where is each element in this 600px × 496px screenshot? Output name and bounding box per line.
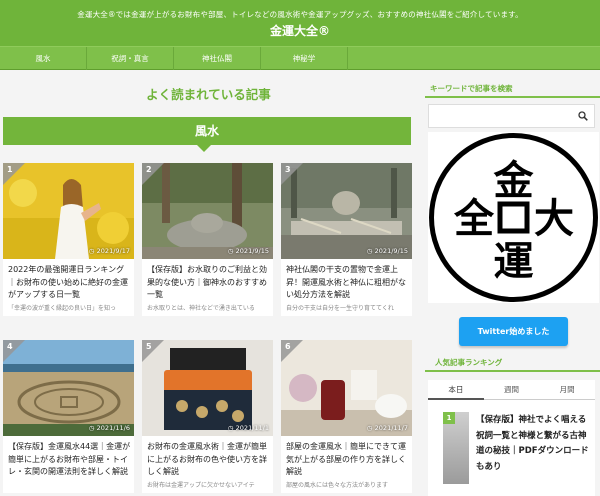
ranking-item[interactable]: 1 【保存版】神社でよく唱える祝詞一覧と神様と繋がる古神道の秘技｜PDFダウンロ… xyxy=(428,400,595,496)
article-date: ◷ 2021/11/6 xyxy=(88,424,130,432)
article-thumbnail[interactable]: 1 ◷ 2021/9/17 xyxy=(3,163,134,259)
main-nav: 風水 祝詞・真言 神社仏閣 神秘学 xyxy=(0,46,600,70)
logo-char-right: 大 xyxy=(534,196,574,242)
tab-monthly[interactable]: 月間 xyxy=(539,380,596,400)
search-input[interactable] xyxy=(428,104,595,128)
article-excerpt: お水取りとは、神社などで湧き出ている xyxy=(147,305,255,312)
rank-number: 4 xyxy=(7,342,13,351)
article-date-text: 2021/9/15 xyxy=(235,247,269,255)
nav-item-shrines[interactable]: 神社仏閣 xyxy=(174,47,261,70)
search-icon[interactable] xyxy=(578,111,588,121)
article-date-text: 2021/11/6 xyxy=(96,424,130,432)
ranking-badge: 1 xyxy=(443,412,455,424)
article-thumbnail[interactable]: 2 ◷ 2021/9/15 xyxy=(142,163,273,259)
nav-item-norito[interactable]: 祝詞・真言 xyxy=(87,47,174,70)
nav-item-fengshui[interactable]: 風水 xyxy=(0,47,87,70)
rank-number: 5 xyxy=(146,342,152,351)
rank-number: 3 xyxy=(285,165,291,174)
popular-heading: よく読まれている記事 xyxy=(146,87,271,102)
heading-divider xyxy=(425,370,600,372)
nav-item-mysticism[interactable]: 神秘学 xyxy=(261,47,348,70)
category-banner-arrow xyxy=(197,145,211,152)
article-title[interactable]: 部屋の金運風水｜簡単にできて運気が上がる部屋の作り方を詳しく解説 xyxy=(286,441,410,479)
article-title[interactable]: 【保存版】金運風水44選｜金運が簡単に上がるお財布や部屋・トイレ・玄関の開運法則… xyxy=(8,441,132,479)
article-excerpt: 部屋の風水には色々な方法があります xyxy=(286,482,389,489)
article-date-text: 2021/9/17 xyxy=(96,247,130,255)
article-thumbnail[interactable]: 6 ◷ 2021/11/7 xyxy=(281,340,412,436)
category-banner: 風水 xyxy=(3,117,411,145)
article-card-6[interactable]: 6 ◷ 2021/11/7 部屋の金運風水｜簡単にできて運気が上がる部屋の作り方… xyxy=(281,340,412,493)
article-excerpt: お財布は金運アップに欠かせないアイテ xyxy=(147,482,255,489)
article-thumbnail[interactable]: 4 ◷ 2021/11/6 xyxy=(3,340,134,436)
article-date-text: 2021/11/7 xyxy=(374,424,408,432)
tab-today[interactable]: 本日 xyxy=(428,380,484,400)
article-title[interactable]: 2022年の最強開運日ランキング｜お財布の使い始めに絶好の金運がアップする日一覧 xyxy=(8,264,132,302)
article-date: ◷ 2021/11/7 xyxy=(366,424,408,432)
category-banner-label: 風水 xyxy=(194,124,219,138)
article-card-5[interactable]: 5 ◷ 2021/11/1 お財布の金運風水術｜金運が簡単に上がるお財布の色や使… xyxy=(142,340,273,493)
ranking-heading: 人気記事ランキング xyxy=(435,358,503,367)
article-excerpt: 「幸運の波が重く縁起の良い日」を知っ xyxy=(8,305,117,312)
rank-number: 1 xyxy=(7,165,13,174)
logo-char-bottom: 運 xyxy=(494,239,534,285)
logo-seal: 金 全 大 運 xyxy=(429,133,598,302)
heading-divider xyxy=(425,96,600,98)
main-content: よく読まれている記事 風水 1 ◷ 2021/9/17 2022年の最強開運日ラ… xyxy=(0,70,417,496)
article-date: ◷ 2021/11/1 xyxy=(227,424,269,432)
sidebar: キーワードで記事を検索 金 全 大 運 Twitter始めました 人気記事ランキ… xyxy=(425,70,600,496)
article-card-3[interactable]: 3 ◷ 2021/9/15 神社仏閣の干支の置物で金運上昇！開運風水術と神仏に粗… xyxy=(281,163,412,316)
twitter-button[interactable]: Twitter始めました xyxy=(459,317,568,346)
ranking-tabs: 本日 週間 月間 xyxy=(428,380,596,400)
site-title[interactable]: 金運大全® xyxy=(0,22,600,39)
kinun-taizen-logo[interactable]: 金 全 大 運 xyxy=(428,132,599,303)
keyword-search-heading: キーワードで記事を検索 xyxy=(430,84,513,93)
article-date-text: 2021/11/1 xyxy=(235,424,269,432)
article-excerpt: 自分の干支は自分を一生守り育ててくれ xyxy=(286,305,394,312)
article-date: ◷ 2021/9/15 xyxy=(366,247,408,255)
article-date: ◷ 2021/9/17 xyxy=(88,247,130,255)
rank-number: 6 xyxy=(285,342,291,351)
article-date: ◷ 2021/9/15 xyxy=(227,247,269,255)
article-card-1[interactable]: 1 ◷ 2021/9/17 2022年の最強開運日ランキング｜お財布の使い始めに… xyxy=(3,163,134,316)
site-tagline: 金運大全®では金運が上がるお財布や部屋、トイレなどの風水術や金運アップグッズ、お… xyxy=(77,10,523,19)
article-title[interactable]: お財布の金運風水術｜金運が簡単に上がるお財布の色や使い方を詳しく解説 xyxy=(147,441,271,479)
site-header: 金運大全®では金運が上がるお財布や部屋、トイレなどの風水術や金運アップグッズ、お… xyxy=(0,0,600,46)
rank-number: 2 xyxy=(146,165,152,174)
article-card-2[interactable]: 2 ◷ 2021/9/15 【保存版】お水取りのご利益と効果的な使い方｜御神水の… xyxy=(142,163,273,316)
tab-weekly[interactable]: 週間 xyxy=(483,380,540,400)
article-title[interactable]: 【保存版】お水取りのご利益と効果的な使い方｜御神水のおすすめ一覧 xyxy=(147,264,271,302)
ranking-title[interactable]: 【保存版】神社でよく唱える祝詞一覧と神様と繋がる古神道の秘技｜PDFダウンロード… xyxy=(476,413,592,475)
article-date-text: 2021/9/15 xyxy=(374,247,408,255)
logo-char-left: 全 xyxy=(453,196,495,242)
article-thumbnail[interactable]: 3 ◷ 2021/9/15 xyxy=(281,163,412,259)
article-title[interactable]: 神社仏閣の干支の置物で金運上昇！開運風水術と神仏に粗相がない処分方法を解説 xyxy=(286,264,410,302)
article-card-4[interactable]: 4 ◷ 2021/11/6 【保存版】金運風水44選｜金運が簡単に上がるお財布や… xyxy=(3,340,134,493)
logo-char-top: 金 xyxy=(493,158,535,204)
article-thumbnail[interactable]: 5 ◷ 2021/11/1 xyxy=(142,340,273,436)
